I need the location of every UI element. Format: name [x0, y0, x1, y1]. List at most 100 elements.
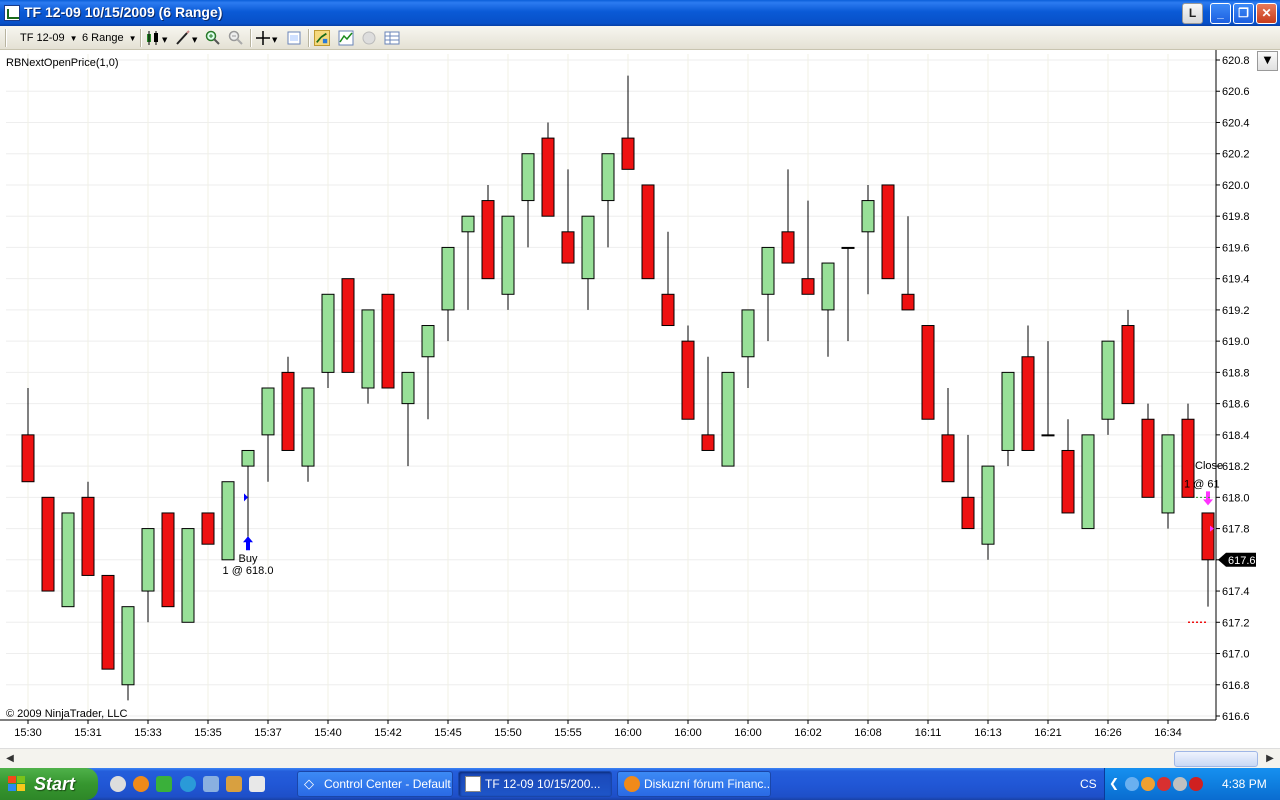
quicklaunch-icon[interactable]	[249, 776, 265, 792]
up-candle	[1081, 434, 1095, 530]
data-box-icon[interactable]	[286, 30, 302, 46]
buy-label: Buy	[239, 553, 258, 565]
down-candle	[701, 434, 715, 451]
chart-style-icon[interactable]: ▼	[145, 30, 169, 46]
x-tick-label: 15:45	[434, 727, 462, 739]
down-candle	[381, 293, 395, 389]
tray-app-icon[interactable]	[1141, 777, 1155, 791]
up-candle	[601, 153, 615, 202]
down-candle	[161, 512, 175, 608]
y-tick-label: 617.2	[1222, 617, 1250, 629]
x-tick-label: 16:00	[674, 727, 702, 739]
scroll-left-button[interactable]: ◀	[2, 751, 18, 767]
instrument-label: TF 12-09	[20, 32, 65, 44]
y-tick-label: 618.0	[1222, 492, 1250, 504]
quicklaunch-icon[interactable]	[156, 776, 172, 792]
shield-icon[interactable]	[1157, 777, 1171, 791]
instrument-selector[interactable]: TF 12-09 ▼	[20, 29, 78, 47]
taskbar-item-control-center[interactable]: ◇ Control Center - Default	[297, 771, 453, 797]
y-tick-label: 616.8	[1222, 680, 1250, 692]
zoom-out-icon[interactable]	[228, 30, 244, 46]
maximize-button[interactable]: ❐	[1233, 3, 1254, 24]
up-candle	[861, 200, 875, 233]
up-candle	[241, 449, 255, 467]
ninjatrader-icon: ◇	[304, 776, 314, 791]
x-tick-label: 15:40	[314, 727, 342, 739]
toolbar-separator	[140, 29, 141, 47]
down-candle	[961, 496, 975, 530]
properties-icon[interactable]	[361, 30, 377, 46]
y-tick-label: 620.6	[1222, 86, 1250, 98]
y-tick-label: 616.6	[1222, 711, 1250, 723]
close-button[interactable]: ✕	[1256, 3, 1277, 24]
candlestick-plot[interactable]: 620.8 620.6 620.4 620.2 620.0 619.8 619.6 619.4…	[0, 50, 1280, 748]
down-candle	[281, 371, 295, 451]
up-candle	[761, 246, 775, 295]
horizontal-scrollbar[interactable]: ◀ ▶	[0, 748, 1280, 768]
x-tick-label: 15:31	[74, 727, 102, 739]
up-candle	[261, 387, 275, 436]
chart-menu-button[interactable]: ▼	[1257, 51, 1278, 71]
taskbar-item-chart[interactable]: TF 12-09 10/15/200...	[458, 771, 612, 797]
x-tick-label: 15:37	[254, 727, 282, 739]
window-title-bar[interactable]: TF 12-09 10/15/2009 (6 Range) L _ ❐ ✕	[0, 0, 1280, 26]
quicklaunch-icon[interactable]	[226, 776, 242, 792]
up-candle	[301, 387, 315, 467]
x-tick-label: 16:00	[734, 727, 762, 739]
firefox-icon[interactable]	[133, 776, 149, 792]
down-candle	[1021, 356, 1035, 451]
x-tick-label: 16:11	[915, 727, 942, 739]
down-candle	[561, 231, 575, 264]
strategy-icon[interactable]	[314, 30, 330, 46]
down-candle	[341, 278, 355, 373]
indicators-icon[interactable]	[338, 30, 354, 46]
up-candle	[741, 309, 755, 358]
tray-expand-icon[interactable]: ❮	[1109, 776, 1119, 790]
link-button[interactable]: L	[1182, 3, 1203, 24]
period-selector[interactable]: 6 Range ▼	[82, 29, 137, 47]
toolbar-separator	[250, 29, 251, 47]
network-icon[interactable]	[1125, 777, 1139, 791]
down-candle	[681, 340, 695, 420]
up-candle	[1001, 371, 1015, 451]
price-chart[interactable]: 620.8 620.6 620.4 620.2 620.0 619.8 619.6 619.4…	[0, 50, 1280, 748]
up-candle	[141, 528, 155, 592]
chevron-down-icon: ▼	[1263, 55, 1272, 66]
chevron-down-icon: ▼	[128, 34, 137, 43]
crosshair-icon[interactable]: ▼	[255, 30, 279, 46]
y-tick-label: 619.8	[1222, 211, 1250, 223]
tray-app-icon[interactable]	[1189, 777, 1203, 791]
minimize-button[interactable]: _	[1210, 3, 1231, 24]
scroll-right-button[interactable]: ▶	[1262, 751, 1278, 767]
language-indicator[interactable]: CS	[1080, 768, 1097, 800]
quicklaunch-icon[interactable]	[203, 776, 219, 792]
down-candle	[781, 231, 795, 264]
window-title: TF 12-09 10/15/2009 (6 Range)	[24, 4, 223, 20]
toolbar-separator	[308, 29, 309, 47]
up-candle	[581, 215, 595, 280]
system-clock[interactable]: 4:38 PM	[1222, 768, 1267, 800]
scrollbar-thumb[interactable]	[1174, 751, 1258, 767]
up-candle	[521, 153, 535, 202]
start-button[interactable]: Start	[0, 768, 98, 800]
quicklaunch-icon[interactable]	[180, 776, 196, 792]
down-candle	[801, 278, 815, 295]
taskbar-item-forum[interactable]: Diskuzní fórum Financ...	[617, 771, 771, 797]
down-candle	[661, 293, 675, 327]
x-tick-label: 15:33	[134, 727, 162, 739]
data-table-icon[interactable]	[384, 30, 400, 46]
zoom-in-icon[interactable]	[205, 30, 221, 46]
volume-icon[interactable]	[1173, 777, 1187, 791]
y-tick-label: 619.6	[1222, 242, 1250, 254]
up-candle	[821, 262, 835, 311]
up-candle	[1101, 340, 1115, 420]
down-candle	[41, 496, 55, 592]
up-candle	[321, 293, 335, 373]
drawing-tool-icon[interactable]: ▼	[175, 30, 199, 46]
y-tick-label: 618.2	[1222, 461, 1250, 473]
chart-app-icon	[4, 5, 20, 21]
up-candle	[721, 371, 735, 467]
x-tick-label: 16:13	[974, 727, 1002, 739]
chart-toolbar: TF 12-09 ▼ 6 Range ▼ ▼ ▼ ▼	[0, 26, 1280, 50]
quicklaunch-icon[interactable]	[110, 776, 126, 792]
